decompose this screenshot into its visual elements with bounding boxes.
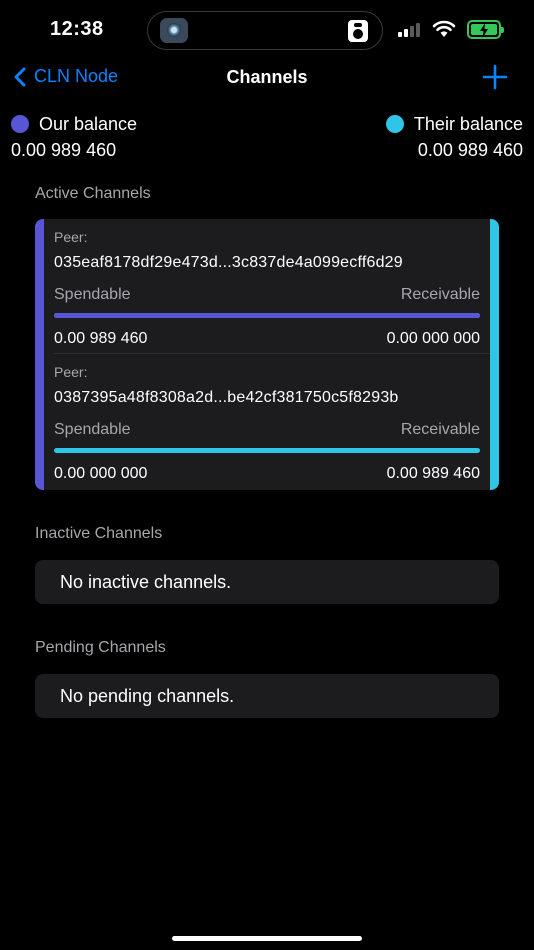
navigation-bar: CLN Node Channels bbox=[0, 60, 534, 96]
inactive-empty-message: No inactive channels. bbox=[60, 572, 232, 592]
local-balance-stripe bbox=[35, 219, 44, 490]
peer-label: Peer: bbox=[54, 229, 88, 245]
our-balance-amount: 0.00 989 460 bbox=[11, 140, 117, 160]
active-channels-heading: Active Channels bbox=[35, 185, 151, 202]
dynamic-island bbox=[147, 11, 383, 50]
channel-row[interactable]: Peer: 0387395a48f8308a2d...be42cf381750c… bbox=[54, 364, 480, 483]
wifi-icon bbox=[432, 20, 456, 37]
channel-divider bbox=[54, 353, 490, 354]
our-balance: Our balance 0.00 989 460 bbox=[11, 112, 137, 161]
receivable-label: Receivable bbox=[400, 286, 480, 303]
add-channel-button[interactable] bbox=[482, 64, 508, 90]
spendable-amount: 0.00 000 000 bbox=[54, 465, 148, 482]
channel-capacity-bar bbox=[54, 313, 480, 318]
pending-channels-heading: Pending Channels bbox=[35, 639, 166, 656]
pending-channels-list: No pending channels. bbox=[35, 674, 499, 718]
receivable-label: Receivable bbox=[400, 421, 480, 438]
their-balance-dot bbox=[385, 115, 404, 133]
channel-capacity-bar bbox=[54, 448, 480, 453]
peer-label: Peer: bbox=[54, 364, 88, 380]
their-balance-label: Their balance bbox=[413, 113, 523, 134]
remote-balance-stripe bbox=[490, 219, 499, 490]
speaker-icon bbox=[348, 20, 368, 42]
island-app-icon bbox=[160, 18, 188, 43]
receivable-amount: 0.00 989 460 bbox=[386, 465, 480, 482]
peer-id: 035eaf8178df29e473d...3c837de4a099ecff6d… bbox=[54, 254, 403, 271]
our-balance-label: Our balance bbox=[39, 113, 138, 134]
pending-empty-message: No pending channels. bbox=[60, 686, 235, 706]
spendable-label: Spendable bbox=[54, 421, 131, 438]
peer-id: 0387395a48f8308a2d...be42cf381750c5f8293… bbox=[54, 389, 399, 406]
status-bar: 12:38 bbox=[0, 0, 534, 60]
inactive-channels-list: No inactive channels. bbox=[35, 560, 499, 604]
their-balance-amount: 0.00 989 460 bbox=[417, 140, 523, 160]
spendable-label: Spendable bbox=[54, 286, 131, 303]
page-title: Channels bbox=[226, 67, 308, 87]
status-time: 12:38 bbox=[50, 18, 104, 40]
spendable-amount: 0.00 989 460 bbox=[54, 330, 148, 347]
receivable-amount: 0.00 000 000 bbox=[386, 330, 480, 347]
active-channels-list: Peer: 035eaf8178df29e473d...3c837de4a099… bbox=[35, 219, 499, 490]
channel-capacity-fill bbox=[54, 313, 480, 318]
channel-row[interactable]: Peer: 035eaf8178df29e473d...3c837de4a099… bbox=[54, 229, 480, 348]
channels-screen: 12:38 CLN Node Channels Our balance 0.00… bbox=[0, 0, 534, 950]
their-balance: Their balance 0.00 989 460 bbox=[385, 112, 523, 161]
home-indicator[interactable] bbox=[172, 936, 362, 941]
inactive-channels-heading: Inactive Channels bbox=[35, 525, 163, 542]
our-balance-dot bbox=[11, 115, 29, 133]
cellular-signal-icon bbox=[398, 23, 424, 37]
battery-charging-icon bbox=[467, 20, 504, 39]
